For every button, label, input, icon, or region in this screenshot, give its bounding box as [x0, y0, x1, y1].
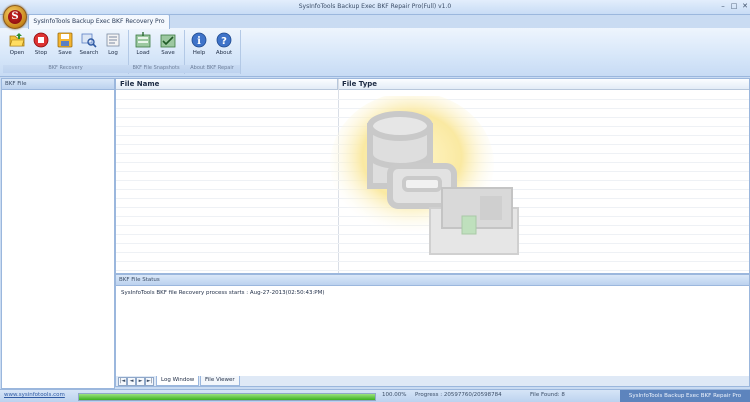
- tab-log-window[interactable]: Log Window: [156, 376, 200, 386]
- bkf-file-header: BKF File: [2, 79, 114, 90]
- column-file-type[interactable]: File Type: [338, 79, 749, 89]
- log-label: Log: [108, 50, 118, 56]
- load-label: Load: [136, 50, 150, 56]
- save-button[interactable]: Save: [54, 32, 76, 64]
- open-label: Open: [9, 50, 25, 56]
- help-label: Help: [192, 50, 206, 56]
- progress-percent: 100.00%: [382, 392, 407, 398]
- table-row-line: [116, 270, 749, 271]
- log-icon: [105, 32, 121, 48]
- group-label-bkf-file-snapshots: BKF File Snapshots: [128, 65, 184, 73]
- log-message: SysInfoTools BKF file Recovery process s…: [121, 290, 325, 296]
- minimize-button[interactable]: –: [718, 2, 728, 10]
- column-file-name[interactable]: File Name: [116, 79, 338, 89]
- status-bar: www.sysinfotools.com 100.00% Progress : …: [0, 389, 750, 402]
- progress-fill: [79, 394, 375, 400]
- load-icon: [135, 32, 151, 48]
- website-link[interactable]: www.sysinfotools.com: [4, 392, 65, 398]
- tab-file-viewer[interactable]: File Viewer: [200, 376, 240, 386]
- search-label: Search: [79, 50, 99, 56]
- stop-label: Stop: [34, 50, 48, 56]
- load-button[interactable]: Load: [132, 32, 154, 64]
- help-icon: i: [191, 32, 207, 48]
- stop-icon: [33, 32, 49, 48]
- ribbon-tab-label: SysInfoTools Backup Exec BKF Recovery Pr…: [33, 18, 165, 25]
- bkf-file-status-header: BKF File Status: [116, 275, 749, 286]
- group-bkf-file-snapshots: Load Save BKF File Snapshots: [128, 30, 185, 74]
- stop-button[interactable]: Stop: [30, 32, 52, 64]
- svg-text:i: i: [197, 36, 201, 47]
- close-button[interactable]: ✕: [740, 2, 750, 10]
- search-button[interactable]: Search: [78, 32, 100, 64]
- nav-first-button[interactable]: |◄: [118, 377, 127, 386]
- app-logo-icon: S: [8, 10, 22, 24]
- app-menu-button[interactable]: S: [3, 5, 27, 29]
- status-brand: SysInfoTools Backup Exec BKF Repair Pro: [620, 390, 750, 402]
- nav-last-button[interactable]: ►|: [145, 377, 154, 386]
- group-about-bkf-repair: i Help ? About About BKF Repair: [184, 30, 241, 74]
- bottom-tab-strip: |◄ ◄ ► ►| Log Window File Viewer: [115, 376, 750, 387]
- folder-open-icon: [9, 32, 25, 48]
- group-label-about-bkf-repair: About BKF Repair: [184, 65, 240, 73]
- open-button[interactable]: Open: [6, 32, 28, 64]
- bkf-file-status-panel: BKF File Status SysInfoTools BKF file Re…: [115, 274, 750, 378]
- files-found: File Found: 8: [530, 392, 565, 398]
- log-button[interactable]: Log: [102, 32, 124, 64]
- ribbon-tab[interactable]: SysInfoTools Backup Exec BKF Recovery Pr…: [28, 14, 170, 29]
- save-icon: [57, 32, 73, 48]
- save-snapshot-label: Save: [161, 50, 175, 56]
- about-button[interactable]: ? About: [213, 32, 235, 64]
- ribbon: Open Stop Save Search Log BKF Recovery L…: [0, 28, 750, 77]
- database-watermark-icon: [330, 92, 530, 266]
- window-title: SysInfoTools Backup Exec BKF Repair Pro(…: [298, 3, 452, 10]
- progress-count: Progress : 20597760/20598784: [415, 392, 502, 398]
- save-snapshot-icon: [160, 32, 176, 48]
- search-icon: [81, 32, 97, 48]
- nav-prev-button[interactable]: ◄: [127, 377, 136, 386]
- bkf-file-tree-panel[interactable]: BKF File: [1, 78, 115, 389]
- help-button[interactable]: i Help: [188, 32, 210, 64]
- title-bar: SysInfoTools Backup Exec BKF Repair Pro(…: [0, 0, 750, 15]
- save-label: Save: [58, 50, 72, 56]
- save-snapshot-button[interactable]: Save: [157, 32, 179, 64]
- about-icon: ?: [216, 32, 232, 48]
- svg-text:?: ?: [221, 36, 227, 47]
- file-list-header: File Name File Type: [116, 79, 749, 90]
- nav-next-button[interactable]: ►: [136, 377, 145, 386]
- maximize-button[interactable]: □: [729, 2, 739, 10]
- progress-bar: [78, 393, 376, 401]
- group-bkf-recovery: Open Stop Save Search Log BKF Recovery: [3, 30, 129, 74]
- about-label: About: [215, 50, 233, 56]
- group-label-bkf-recovery: BKF Recovery: [3, 65, 128, 73]
